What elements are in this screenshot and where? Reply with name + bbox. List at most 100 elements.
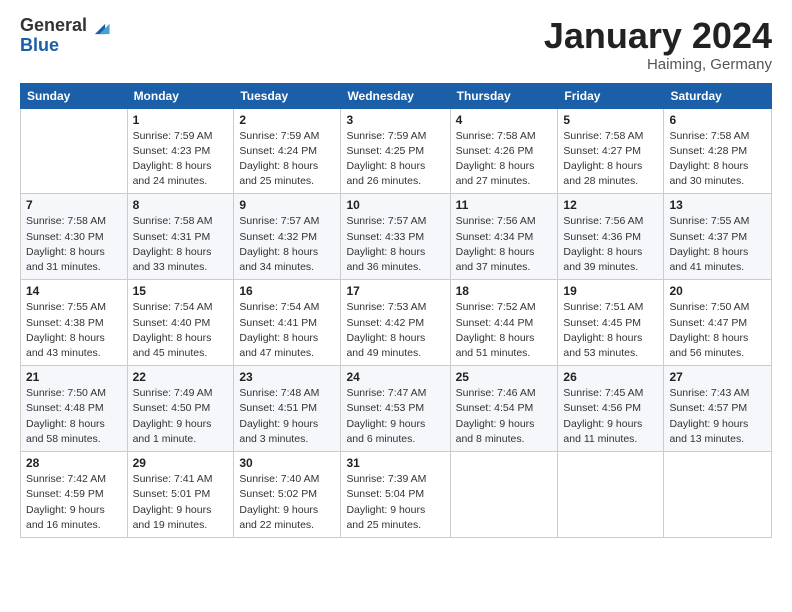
day-info: Sunrise: 7:51 AM Sunset: 4:45 PM Dayligh… [563, 300, 658, 361]
day-number: 25 [456, 370, 553, 384]
table-row: 5 Sunrise: 7:58 AM Sunset: 4:27 PM Daylig… [558, 108, 664, 194]
col-friday: Friday [558, 83, 664, 108]
day-info: Sunrise: 7:45 AM Sunset: 4:56 PM Dayligh… [563, 386, 658, 447]
day-info: Sunrise: 7:43 AM Sunset: 4:57 PM Dayligh… [669, 386, 766, 447]
day-number: 4 [456, 113, 553, 127]
day-info: Sunrise: 7:59 AM Sunset: 4:24 PM Dayligh… [239, 129, 335, 190]
table-row: 4 Sunrise: 7:58 AM Sunset: 4:26 PM Daylig… [450, 108, 558, 194]
day-info: Sunrise: 7:46 AM Sunset: 4:54 PM Dayligh… [456, 386, 553, 447]
day-info: Sunrise: 7:57 AM Sunset: 4:33 PM Dayligh… [346, 214, 444, 275]
day-number: 6 [669, 113, 766, 127]
table-row: 26 Sunrise: 7:45 AM Sunset: 4:56 PM Dayli… [558, 366, 664, 452]
day-info: Sunrise: 7:56 AM Sunset: 4:34 PM Dayligh… [456, 214, 553, 275]
day-number: 9 [239, 198, 335, 212]
day-number: 28 [26, 456, 122, 470]
table-row: 20 Sunrise: 7:50 AM Sunset: 4:47 PM Dayli… [664, 280, 772, 366]
day-info: Sunrise: 7:56 AM Sunset: 4:36 PM Dayligh… [563, 214, 658, 275]
col-tuesday: Tuesday [234, 83, 341, 108]
day-info: Sunrise: 7:55 AM Sunset: 4:38 PM Dayligh… [26, 300, 122, 361]
day-info: Sunrise: 7:54 AM Sunset: 4:41 PM Dayligh… [239, 300, 335, 361]
table-row: 28 Sunrise: 7:42 AM Sunset: 4:59 PM Dayli… [21, 452, 128, 538]
day-info: Sunrise: 7:41 AM Sunset: 5:01 PM Dayligh… [133, 472, 229, 533]
day-info: Sunrise: 7:52 AM Sunset: 4:44 PM Dayligh… [456, 300, 553, 361]
table-row: 3Sunrise: 7:59 AM Sunset: 4:25 PM Daylig… [341, 108, 450, 194]
day-number: 27 [669, 370, 766, 384]
day-number: 14 [26, 284, 122, 298]
day-info: Sunrise: 7:58 AM Sunset: 4:30 PM Dayligh… [26, 214, 122, 275]
day-info: Sunrise: 7:59 AM Sunset: 4:25 PM Dayligh… [346, 129, 444, 190]
day-info: Sunrise: 7:40 AM Sunset: 5:02 PM Dayligh… [239, 472, 335, 533]
day-number: 30 [239, 456, 335, 470]
table-row: 13 Sunrise: 7:55 AM Sunset: 4:37 PM Dayli… [664, 194, 772, 280]
col-monday: Monday [127, 83, 234, 108]
col-wednesday: Wednesday [341, 83, 450, 108]
logo-blue: Blue [20, 36, 87, 56]
day-number: 12 [563, 198, 658, 212]
month-title: January 2024 [544, 16, 772, 56]
day-info: Sunrise: 7:39 AM Sunset: 5:04 PM Dayligh… [346, 472, 444, 533]
logo-text: General Blue [20, 16, 87, 56]
table-row [664, 452, 772, 538]
day-number: 15 [133, 284, 229, 298]
day-number: 31 [346, 456, 444, 470]
day-info: Sunrise: 7:42 AM Sunset: 4:59 PM Dayligh… [26, 472, 122, 533]
table-row: 21 Sunrise: 7:50 AM Sunset: 4:48 PM Dayli… [21, 366, 128, 452]
day-number: 7 [26, 198, 122, 212]
table-row: 9 Sunrise: 7:57 AM Sunset: 4:32 PM Daylig… [234, 194, 341, 280]
day-info: Sunrise: 7:58 AM Sunset: 4:27 PM Dayligh… [563, 129, 658, 190]
table-row: 8 Sunrise: 7:58 AM Sunset: 4:31 PM Daylig… [127, 194, 234, 280]
table-row: 16 Sunrise: 7:54 AM Sunset: 4:41 PM Dayli… [234, 280, 341, 366]
logo: General Blue [20, 16, 111, 56]
table-row: 1Sunrise: 7:59 AM Sunset: 4:23 PM Daylig… [127, 108, 234, 194]
location: Haiming, Germany [544, 56, 772, 73]
table-row: 30 Sunrise: 7:40 AM Sunset: 5:02 PM Dayli… [234, 452, 341, 538]
day-number: 5 [563, 113, 658, 127]
table-row [558, 452, 664, 538]
table-row: 27 Sunrise: 7:43 AM Sunset: 4:57 PM Dayli… [664, 366, 772, 452]
table-row: 23Sunrise: 7:48 AM Sunset: 4:51 PM Dayli… [234, 366, 341, 452]
table-row: 18 Sunrise: 7:52 AM Sunset: 4:44 PM Dayli… [450, 280, 558, 366]
table-row: 19 Sunrise: 7:51 AM Sunset: 4:45 PM Dayli… [558, 280, 664, 366]
day-info: Sunrise: 7:50 AM Sunset: 4:47 PM Dayligh… [669, 300, 766, 361]
table-row: 24Sunrise: 7:47 AM Sunset: 4:53 PM Dayli… [341, 366, 450, 452]
day-number: 13 [669, 198, 766, 212]
day-info: Sunrise: 7:58 AM Sunset: 4:31 PM Dayligh… [133, 214, 229, 275]
table-row: 7 Sunrise: 7:58 AM Sunset: 4:30 PM Daylig… [21, 194, 128, 280]
day-info: Sunrise: 7:59 AM Sunset: 4:23 PM Dayligh… [133, 129, 229, 190]
table-row: 31 Sunrise: 7:39 AM Sunset: 5:04 PM Dayli… [341, 452, 450, 538]
table-row [450, 452, 558, 538]
day-number: 2 [239, 113, 335, 127]
table-row: 6Sunrise: 7:58 AM Sunset: 4:28 PM Daylig… [664, 108, 772, 194]
day-number: 19 [563, 284, 658, 298]
table-row [21, 108, 128, 194]
day-info: Sunrise: 7:54 AM Sunset: 4:40 PM Dayligh… [133, 300, 229, 361]
day-number: 29 [133, 456, 229, 470]
logo-general: General [20, 16, 87, 36]
day-info: Sunrise: 7:48 AM Sunset: 4:51 PM Dayligh… [239, 386, 335, 447]
day-info: Sunrise: 7:58 AM Sunset: 4:26 PM Dayligh… [456, 129, 553, 190]
day-number: 8 [133, 198, 229, 212]
col-saturday: Saturday [664, 83, 772, 108]
day-info: Sunrise: 7:57 AM Sunset: 4:32 PM Dayligh… [239, 214, 335, 275]
table-row: 22Sunrise: 7:49 AM Sunset: 4:50 PM Dayli… [127, 366, 234, 452]
logo-icon [89, 18, 111, 40]
day-number: 10 [346, 198, 444, 212]
day-number: 21 [26, 370, 122, 384]
day-number: 26 [563, 370, 658, 384]
day-number: 16 [239, 284, 335, 298]
table-row: 25 Sunrise: 7:46 AM Sunset: 4:54 PM Dayli… [450, 366, 558, 452]
col-sunday: Sunday [21, 83, 128, 108]
day-info: Sunrise: 7:53 AM Sunset: 4:42 PM Dayligh… [346, 300, 444, 361]
day-info: Sunrise: 7:47 AM Sunset: 4:53 PM Dayligh… [346, 386, 444, 447]
table-row: 14 Sunrise: 7:55 AM Sunset: 4:38 PM Dayli… [21, 280, 128, 366]
day-number: 11 [456, 198, 553, 212]
day-number: 17 [346, 284, 444, 298]
page: General Blue January 2024 Haiming, Germa… [0, 0, 792, 612]
header: General Blue January 2024 Haiming, Germa… [20, 16, 772, 73]
day-number: 18 [456, 284, 553, 298]
day-info: Sunrise: 7:50 AM Sunset: 4:48 PM Dayligh… [26, 386, 122, 447]
day-number: 22 [133, 370, 229, 384]
day-info: Sunrise: 7:55 AM Sunset: 4:37 PM Dayligh… [669, 214, 766, 275]
table-row: 10 Sunrise: 7:57 AM Sunset: 4:33 PM Dayli… [341, 194, 450, 280]
day-number: 20 [669, 284, 766, 298]
